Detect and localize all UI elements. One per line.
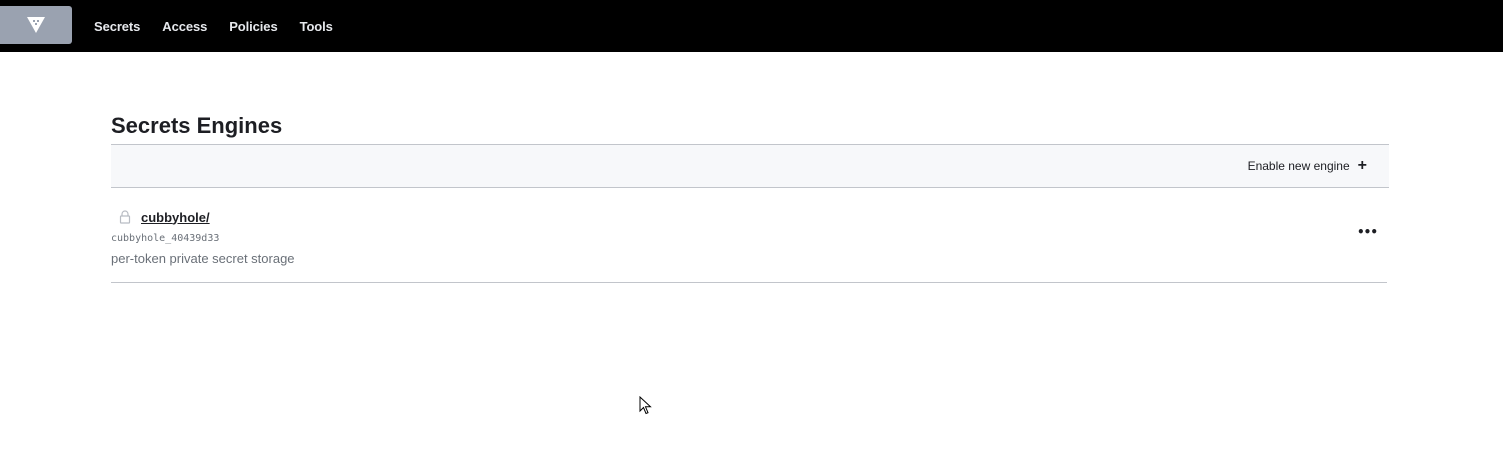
nav-tools[interactable]: Tools bbox=[300, 19, 333, 34]
list-item[interactable]: cubbyhole/ cubbyhole_40439d33 per-token … bbox=[111, 188, 1387, 283]
engine-description: per-token private secret storage bbox=[111, 251, 295, 266]
more-options-icon: ••• bbox=[1357, 225, 1378, 239]
enable-new-engine-button[interactable]: Enable new engine + bbox=[1247, 157, 1367, 174]
enable-new-engine-label: Enable new engine bbox=[1247, 159, 1350, 173]
nav-policies[interactable]: Policies bbox=[229, 19, 277, 34]
engine-accessor: cubbyhole_40439d33 bbox=[111, 233, 220, 244]
nav-access[interactable]: Access bbox=[162, 19, 207, 34]
plus-icon: + bbox=[1357, 157, 1367, 174]
page-title: Secrets Engines bbox=[111, 113, 283, 138]
engine-row-head: cubbyhole/ bbox=[119, 208, 1387, 226]
mouse-cursor-icon bbox=[639, 396, 652, 415]
engines-toolbar: Enable new engine + bbox=[111, 144, 1389, 188]
lock-icon bbox=[119, 210, 131, 224]
home-logo-button[interactable] bbox=[0, 6, 72, 44]
top-navigation-bar: Secrets Access Policies Tools bbox=[0, 0, 1503, 52]
more-options-button[interactable]: ••• bbox=[1357, 225, 1378, 239]
vault-triangle-icon bbox=[27, 17, 45, 33]
main-nav: Secrets Access Policies Tools bbox=[94, 0, 355, 52]
engine-path-link[interactable]: cubbyhole/ bbox=[141, 210, 210, 225]
nav-secrets[interactable]: Secrets bbox=[94, 19, 140, 34]
main-content: Secrets Engines Enable new engine + cubb… bbox=[111, 112, 1389, 283]
